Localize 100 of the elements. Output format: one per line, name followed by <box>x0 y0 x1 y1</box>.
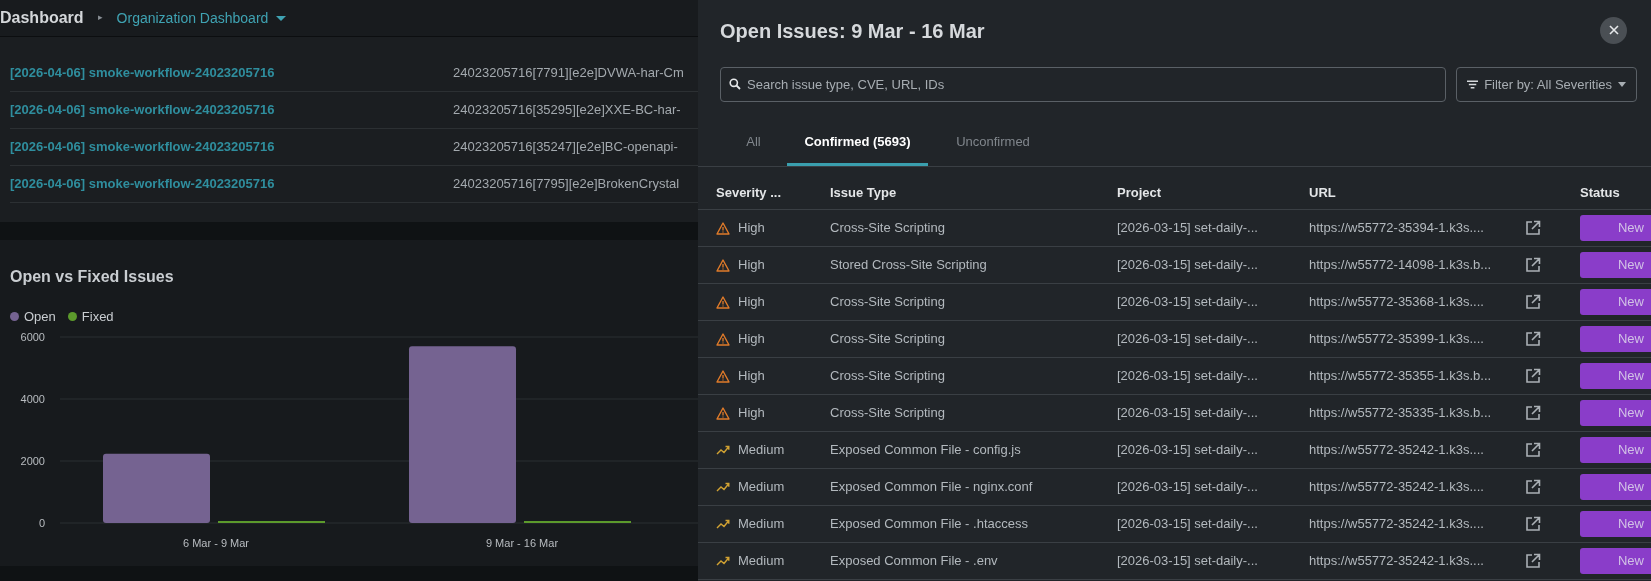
search-icon <box>729 78 741 90</box>
target-name: 24023205716[35295][e2e]XXE-BC-har- <box>453 101 681 120</box>
column-header: Status <box>1580 183 1621 202</box>
table-cell-text: Exposed Common File - .htaccess <box>830 515 1029 534</box>
severity-label: Medium <box>738 552 785 571</box>
status-button[interactable]: New <box>1580 437 1651 463</box>
table-cell-text: https://w55772-35242-1.k3s.... <box>1309 552 1485 571</box>
tab[interactable]: Confirmed (5693) <box>787 120 928 166</box>
table-cell-text: Cross-Site Scripting <box>830 219 946 238</box>
table-cell-text: [2026-03-15] set-daily-... <box>1117 219 1259 238</box>
external-link-icon[interactable] <box>1525 516 1541 532</box>
severity-label: High <box>738 293 765 312</box>
warning-icon <box>716 258 730 272</box>
status-button[interactable]: New <box>1580 252 1651 278</box>
scan-link[interactable]: [2026-04-06] smoke-workflow-24023205716 <box>10 63 453 83</box>
filter-icon <box>1467 80 1479 89</box>
external-link-icon[interactable] <box>1525 442 1541 458</box>
warning-icon <box>716 295 730 309</box>
table-cell-text: Stored Cross-Site Scripting <box>830 256 988 275</box>
tab[interactable]: Unconfirmed <box>928 120 1058 166</box>
axis-label: 6 Mar - 9 Mar <box>183 536 249 549</box>
table-cell-text: https://w55772-35242-1.k3s.... <box>1309 478 1485 497</box>
table-cell-text: Exposed Common File - nginx.conf <box>830 478 1034 497</box>
axis-label: 2000 <box>20 454 45 467</box>
table-cell-text: Cross-Site Scripting <box>830 367 946 386</box>
legend-label: Fixed <box>81 308 114 326</box>
severity-label: High <box>738 256 765 275</box>
severity-label: High <box>738 330 765 349</box>
table-cell-text: https://w55772-35242-1.k3s.... <box>1309 515 1485 534</box>
warning-icon <box>716 332 730 346</box>
table-cell-text: [2026-03-15] set-daily-... <box>1117 515 1259 534</box>
severity-label: High <box>738 367 765 386</box>
external-link-icon[interactable] <box>1525 331 1541 347</box>
status-button[interactable]: New <box>1580 289 1651 315</box>
status-button[interactable]: New <box>1580 326 1651 352</box>
breadcrumb-dropdown[interactable]: Organization Dashboard <box>116 7 287 29</box>
chart-title: Open vs Fixed Issues <box>9 267 175 287</box>
warning-icon <box>716 221 730 235</box>
filter-dropdown[interactable]: Filter by: All Severities <box>1456 67 1637 102</box>
table-cell-text: Exposed Common File - config.js <box>830 441 1022 460</box>
axis-label: 9 Mar - 16 Mar <box>485 536 559 549</box>
table-cell-text: https://w55772-35399-1.k3s.... <box>1309 330 1485 349</box>
close-button[interactable] <box>1600 16 1627 44</box>
warning-icon <box>716 406 730 420</box>
target-name: 24023205716[7795][e2e]BrokenCrystal <box>453 175 680 194</box>
tab[interactable]: All <box>720 120 787 166</box>
severity-label: Medium <box>738 441 785 460</box>
status-button[interactable]: New <box>1580 363 1651 389</box>
breadcrumb-link[interactable]: Dashboard <box>0 6 84 30</box>
trend-up-icon <box>716 445 730 455</box>
scan-link[interactable]: [2026-04-06] smoke-workflow-24023205716 <box>10 100 453 120</box>
caret-icon <box>276 15 287 21</box>
panel-title: Open Issues: 9 Mar - 16 Mar <box>720 19 985 44</box>
column-header: URL <box>1309 183 1337 202</box>
external-link-icon[interactable] <box>1525 405 1541 421</box>
external-link-icon[interactable] <box>1525 368 1541 384</box>
status-button[interactable]: New <box>1580 548 1651 574</box>
status-button[interactable]: New <box>1580 511 1651 537</box>
table-cell-text: [2026-03-15] set-daily-... <box>1117 256 1259 275</box>
external-link-icon[interactable] <box>1525 220 1541 236</box>
scan-link[interactable]: [2026-04-06] smoke-workflow-24023205716 <box>10 174 453 194</box>
table-cell-text: https://w55772-14098-1.k3s.b... <box>1309 256 1493 275</box>
external-link-icon[interactable] <box>1525 553 1541 569</box>
axis-label: 0 <box>38 516 45 529</box>
separator-icon: ▸ <box>97 11 103 25</box>
warning-icon <box>716 369 730 383</box>
status-button[interactable]: New <box>1580 400 1651 426</box>
column-header: Project <box>1117 183 1163 202</box>
table-cell-text: [2026-03-15] set-daily-... <box>1117 293 1259 312</box>
trend-up-icon <box>716 482 730 492</box>
table-cell-text: Cross-Site Scripting <box>830 293 946 312</box>
severity-label: Medium <box>738 515 785 534</box>
legend-label: Open <box>24 308 56 326</box>
search-field[interactable]: Search issue type, CVE, URL, IDs <box>720 67 1446 102</box>
external-link-icon[interactable] <box>1525 479 1541 495</box>
column-header: Severity ... <box>715 183 783 202</box>
target-name: 24023205716[7791][e2e]DVWA-har-Cm <box>453 64 684 83</box>
severity-label: High <box>738 219 765 238</box>
scan-link[interactable]: [2026-04-06] smoke-workflow-24023205716 <box>10 137 453 157</box>
trend-up-icon <box>716 519 730 529</box>
table-cell-text: https://w55772-35368-1.k3s.... <box>1309 293 1485 312</box>
status-button[interactable]: New <box>1580 215 1651 241</box>
external-link-icon[interactable] <box>1525 294 1541 310</box>
table-cell-text: [2026-03-15] set-daily-... <box>1117 367 1259 386</box>
table-cell-text: https://w55772-35355-1.k3s.b... <box>1309 367 1493 386</box>
table-cell-text: https://w55772-35242-1.k3s.... <box>1309 441 1485 460</box>
status-button[interactable]: New <box>1580 474 1651 500</box>
external-link-icon[interactable] <box>1525 257 1541 273</box>
axis-label: 6000 <box>20 332 45 343</box>
table-cell-text: Cross-Site Scripting <box>830 404 946 423</box>
table-cell-text: [2026-03-15] set-daily-... <box>1117 404 1259 423</box>
table-cell-text: Cross-Site Scripting <box>830 330 946 349</box>
table-cell-text: https://w55772-35394-1.k3s.... <box>1309 219 1485 238</box>
severity-label: High <box>738 404 765 423</box>
table-cell-text: https://w55772-35335-1.k3s.b... <box>1309 404 1493 423</box>
caret-icon <box>1618 82 1626 87</box>
table-cell-text: [2026-03-15] set-daily-... <box>1117 330 1259 349</box>
column-header: Issue Type <box>830 183 898 202</box>
severity-label: Medium <box>738 478 785 497</box>
table-cell-text: [2026-03-15] set-daily-... <box>1117 478 1259 497</box>
